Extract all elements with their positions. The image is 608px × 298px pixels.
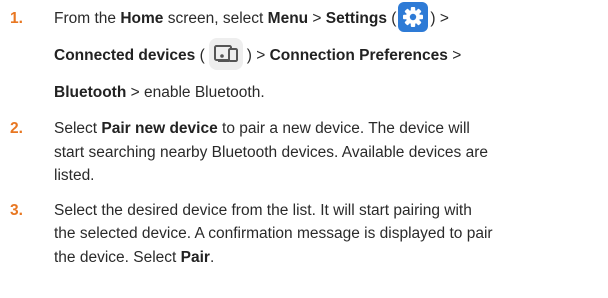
connected-devices-label: Connected devices bbox=[54, 47, 196, 64]
step-line: listed. bbox=[54, 167, 95, 184]
step-line: start searching nearby Bluetooth devices… bbox=[54, 143, 488, 161]
menu-label: Menu bbox=[267, 10, 309, 27]
step-line: Select the desired device from the list.… bbox=[54, 201, 472, 219]
step-line: the selected device. A confirmation mess… bbox=[54, 225, 493, 242]
home-label: Home bbox=[120, 10, 164, 27]
step-line: From the Home screen, select Menu > Sett… bbox=[54, 0, 608, 37]
step-2: 2. Select Pair new device to pair a new … bbox=[0, 117, 608, 188]
step-line: the device. Select Pair. bbox=[54, 248, 215, 266]
pair-new-device-label: Pair new device bbox=[101, 120, 218, 137]
step-number: 2. bbox=[10, 120, 23, 137]
settings-gear-icon bbox=[398, 1, 429, 32]
bluetooth-label: Bluetooth bbox=[54, 84, 127, 101]
step-3: 3. Select the desired device from the li… bbox=[0, 199, 608, 270]
connected-devices-icon bbox=[208, 37, 243, 70]
step-line: Connected devices () > Connection Prefer… bbox=[54, 37, 608, 74]
step-line: Select Pair new device to pair a new dev… bbox=[54, 120, 470, 137]
step-number: 1. bbox=[10, 10, 23, 27]
pair-label: Pair bbox=[180, 248, 210, 266]
settings-label: Settings bbox=[325, 10, 387, 27]
connection-preferences-label: Connection Preferences bbox=[269, 47, 448, 64]
step-line: Bluetooth > enable Bluetooth. bbox=[54, 84, 265, 101]
step-1: 1. From the Home screen, select Menu > S… bbox=[0, 0, 608, 111]
step-number: 3. bbox=[10, 201, 23, 219]
instruction-steps: 1. From the Home screen, select Menu > S… bbox=[0, 0, 608, 269]
